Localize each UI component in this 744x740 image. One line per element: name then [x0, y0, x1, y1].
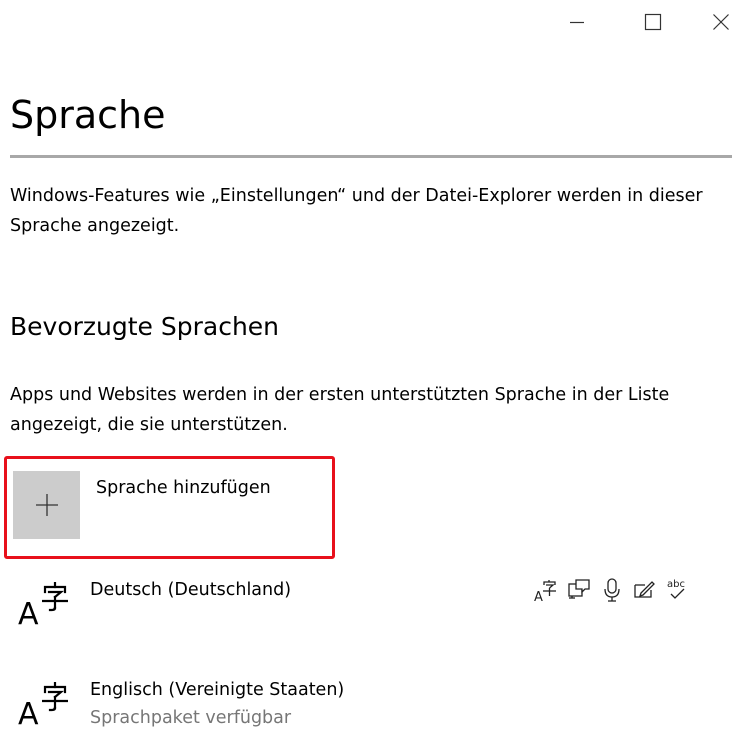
close-icon: [713, 14, 729, 30]
minimize-icon: [570, 21, 584, 24]
section-title: Bevorzugte Sprachen: [10, 312, 280, 341]
handwriting-icon: [634, 581, 655, 598]
language-item-deutsch[interactable]: A Deutsch (Deutschland) A abc: [0, 568, 744, 640]
speech-icon: [568, 579, 590, 599]
language-icon: A: [18, 680, 70, 732]
minimize-button[interactable]: [554, 2, 600, 42]
display-language-dropdown[interactable]: [10, 155, 732, 158]
plus-icon: [35, 494, 58, 516]
language-item-englisch[interactable]: A Englisch (Vereinigte Staaten) Sprachpa…: [0, 668, 744, 740]
display-language-icon: A: [534, 580, 556, 604]
add-language-button[interactable]: Sprache hinzufügen: [6, 457, 331, 557]
close-button[interactable]: [698, 2, 744, 42]
svg-text:abc: abc: [667, 579, 685, 590]
language-status: Sprachpaket verfügbar: [90, 708, 292, 728]
microphone-icon: [604, 578, 620, 602]
language-icon: A: [18, 580, 70, 632]
page-title: Sprache: [10, 93, 166, 137]
language-name: Englisch (Vereinigte Staaten): [90, 680, 345, 700]
maximize-icon: [644, 13, 662, 31]
maximize-button[interactable]: [630, 2, 676, 42]
svg-text:A: A: [534, 590, 543, 604]
section-description: Apps und Websites werden in der ersten u…: [10, 385, 670, 435]
spellcheck-icon: abc: [667, 579, 685, 599]
add-language-label: Sprache hinzufügen: [96, 478, 271, 498]
plus-tile: [13, 471, 80, 539]
language-name: Deutsch (Deutschland): [90, 580, 292, 600]
page-description: Windows-Features wie „Einstellungen“ und…: [10, 186, 703, 236]
